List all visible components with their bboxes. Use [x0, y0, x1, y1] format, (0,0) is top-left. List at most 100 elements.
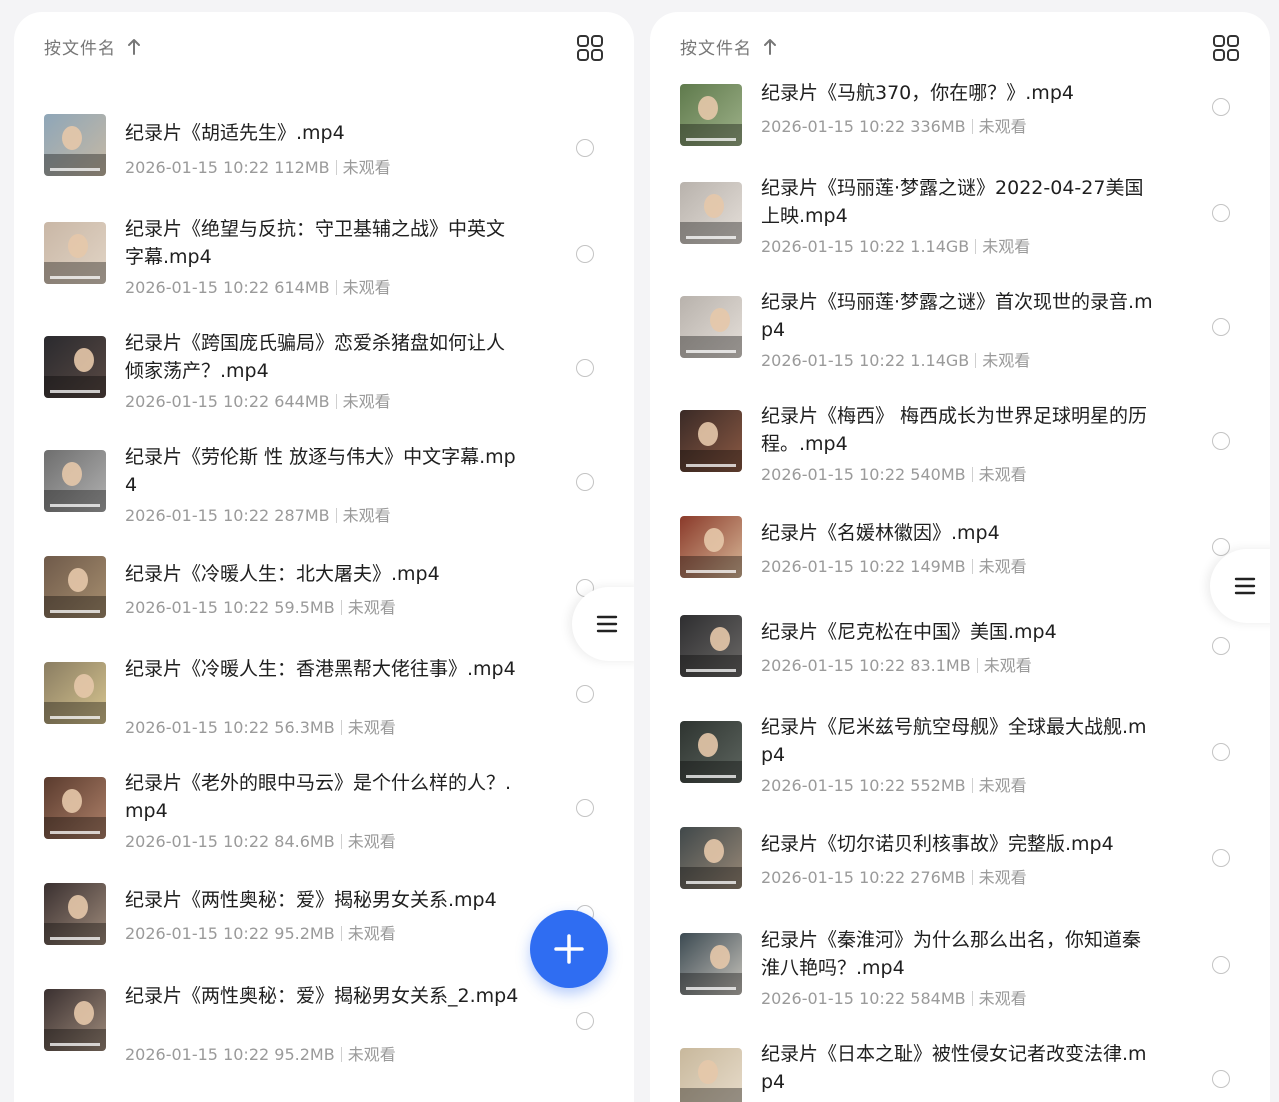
select-radio[interactable] — [1212, 318, 1230, 336]
file-size: 276MB — [905, 868, 966, 887]
video-thumbnail[interactable] — [680, 182, 742, 244]
select-radio[interactable] — [576, 359, 594, 377]
file-meta: 2026-01-15 10:22 112MB 未观看 — [125, 154, 391, 178]
file-title[interactable]: 纪录片《尼克松在中国》美国.mp4 — [761, 618, 1156, 646]
file-date: 2026-01-15 10:22 — [125, 598, 270, 617]
video-thumbnail[interactable] — [44, 222, 106, 284]
side-menu-handle[interactable] — [572, 587, 634, 661]
select-radio[interactable] — [576, 245, 594, 263]
video-thumbnail[interactable] — [680, 933, 742, 995]
file-date: 2026-01-15 10:22 — [125, 718, 270, 737]
file-size: 584MB — [905, 989, 966, 1008]
file-title[interactable]: 纪录片《秦淮河》为什么那么出名，你知道秦淮八艳吗？.mp4 — [761, 926, 1156, 982]
divider — [971, 870, 973, 885]
divider — [340, 720, 342, 735]
divider — [335, 394, 337, 409]
video-thumbnail[interactable] — [680, 615, 742, 677]
file-meta: 2026-01-15 10:22 287MB 未观看 — [125, 502, 391, 526]
grid-view-icon[interactable] — [576, 34, 604, 62]
video-thumbnail[interactable] — [44, 662, 106, 724]
video-thumbnail[interactable] — [44, 336, 106, 398]
file-date: 2026-01-15 10:22 — [761, 351, 906, 370]
video-thumbnail[interactable] — [680, 84, 742, 146]
file-size: 644MB — [269, 392, 330, 411]
select-radio[interactable] — [576, 685, 594, 703]
file-size: 552MB — [905, 776, 966, 795]
divider — [340, 600, 342, 615]
file-size: 83.1MB — [905, 656, 971, 675]
video-thumbnail[interactable] — [680, 516, 742, 578]
file-size: 84.6MB — [269, 832, 335, 851]
side-menu-handle[interactable] — [1210, 549, 1270, 623]
sort-control[interactable]: 按文件名 — [44, 34, 142, 59]
sort-label: 按文件名 — [44, 39, 116, 59]
file-title[interactable]: 纪录片《两性奥秘：爱》揭秘男女关系.mp4 — [125, 886, 520, 914]
select-radio[interactable] — [1212, 204, 1230, 222]
file-date: 2026-01-15 10:22 — [125, 1045, 270, 1064]
video-thumbnail[interactable] — [44, 556, 106, 618]
video-thumbnail[interactable] — [680, 410, 742, 472]
file-title[interactable]: 纪录片《冷暖人生：北大屠夫》.mp4 — [125, 560, 520, 588]
video-thumbnail[interactable] — [44, 114, 106, 176]
file-title[interactable]: 纪录片《日本之耻》被性侵女记者改变法律.mp4 — [761, 1040, 1156, 1096]
video-thumbnail[interactable] — [680, 1048, 742, 1102]
file-title[interactable]: 纪录片《梅西》 梅西成长为世界足球明星的历程。.mp4 — [761, 402, 1156, 458]
file-title[interactable]: 纪录片《冷暖人生：香港黑帮大佬往事》.mp4 — [125, 655, 520, 683]
file-meta: 2026-01-15 10:22 540MB 未观看 — [761, 461, 1027, 485]
file-meta: 2026-01-15 10:22 1.14GB 未观看 — [761, 347, 1030, 371]
video-thumbnail[interactable] — [680, 827, 742, 889]
file-meta: 2026-01-15 10:22 149MB 未观看 — [761, 553, 1027, 577]
add-button[interactable] — [530, 910, 608, 988]
file-title[interactable]: 纪录片《尼米兹号航空母舰》全球最大战舰.mp4 — [761, 713, 1156, 769]
file-size: 1.14GB — [905, 351, 970, 370]
video-thumbnail[interactable] — [44, 989, 106, 1051]
file-title[interactable]: 纪录片《老外的眼中马云》是个什么样的人？.mp4 — [125, 769, 520, 825]
file-title[interactable]: 纪录片《跨国庞氏骗局》恋爱杀猪盘如何让人倾家荡产？.mp4 — [125, 329, 520, 385]
file-title[interactable]: 纪录片《劳伦斯 性 放逐与伟大》中文字幕.mp4 — [125, 443, 520, 499]
sort-label: 按文件名 — [680, 39, 752, 59]
divider — [340, 834, 342, 849]
file-date: 2026-01-15 10:22 — [761, 557, 906, 576]
select-radio[interactable] — [1212, 849, 1230, 867]
select-radio[interactable] — [1212, 743, 1230, 761]
video-thumbnail[interactable] — [44, 450, 106, 512]
video-thumbnail[interactable] — [680, 296, 742, 358]
divider — [971, 778, 973, 793]
select-radio[interactable] — [576, 799, 594, 817]
arrow-up-icon — [764, 38, 776, 55]
video-thumbnail[interactable] — [680, 721, 742, 783]
video-thumbnail[interactable] — [44, 883, 106, 945]
file-title[interactable]: 纪录片《切尔诺贝利核事故》完整版.mp4 — [761, 830, 1156, 858]
video-thumbnail[interactable] — [44, 777, 106, 839]
file-meta: 2026-01-15 10:22 83.1MB 未观看 — [761, 652, 1032, 676]
select-radio[interactable] — [1212, 1070, 1230, 1088]
select-radio[interactable] — [1212, 432, 1230, 450]
file-meta: 2026-01-15 10:22 95.2MB 未观看 — [125, 920, 396, 944]
file-date: 2026-01-15 10:22 — [761, 656, 906, 675]
watch-status: 未观看 — [347, 924, 396, 943]
menu-icon — [596, 615, 618, 633]
select-radio[interactable] — [576, 473, 594, 491]
file-title[interactable]: 纪录片《两性奥秘：爱》揭秘男女关系_2.mp4 — [125, 982, 520, 1010]
file-date: 2026-01-15 10:22 — [125, 506, 270, 525]
file-list-panel-right: 按文件名 纪录片《马航370，你在哪？》.mp4 2026-01-15 10:22… — [650, 12, 1270, 1102]
file-date: 2026-01-15 10:22 — [761, 776, 906, 795]
select-radio[interactable] — [1212, 98, 1230, 116]
select-radio[interactable] — [576, 139, 594, 157]
file-date: 2026-01-15 10:22 — [125, 392, 270, 411]
file-title[interactable]: 纪录片《绝望与反抗：守卫基辅之战》中英文字幕.mp4 — [125, 215, 520, 271]
file-title[interactable]: 纪录片《马航370，你在哪？》.mp4 — [761, 79, 1156, 107]
select-radio[interactable] — [576, 1012, 594, 1030]
grid-view-icon[interactable] — [1212, 34, 1240, 62]
file-title[interactable]: 纪录片《名媛林徽因》.mp4 — [761, 519, 1156, 547]
file-date: 2026-01-15 10:22 — [761, 237, 906, 256]
file-title[interactable]: 纪录片《玛丽莲·梦露之谜》首次现世的录音.mp4 — [761, 288, 1156, 344]
file-date: 2026-01-15 10:22 — [761, 989, 906, 1008]
file-title[interactable]: 纪录片《胡适先生》.mp4 — [125, 119, 520, 147]
sort-control[interactable]: 按文件名 — [680, 34, 778, 59]
file-title[interactable]: 纪录片《玛丽莲·梦露之谜》2022-04-27美国上映.mp4 — [761, 174, 1156, 230]
select-radio[interactable] — [1212, 956, 1230, 974]
file-meta: 2026-01-15 10:22 276MB 未观看 — [761, 864, 1027, 888]
select-radio[interactable] — [1212, 637, 1230, 655]
file-meta: 2026-01-15 10:22 614MB 未观看 — [125, 274, 391, 298]
